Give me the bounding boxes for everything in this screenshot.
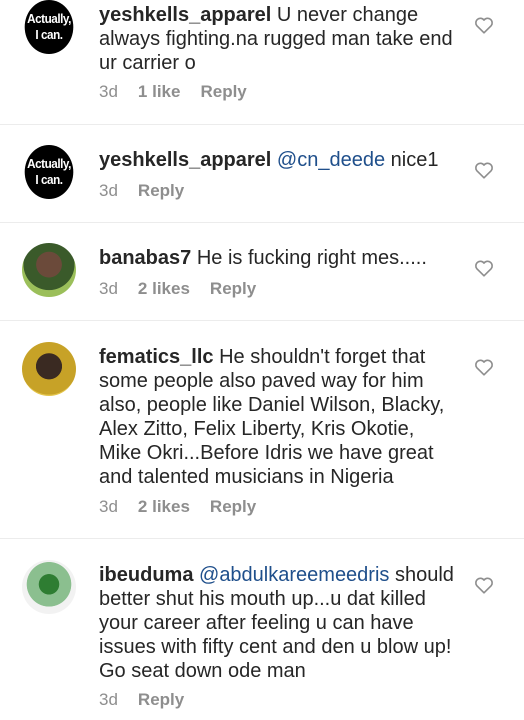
comment-body: banabas7 He is fucking right mes..... (99, 246, 459, 270)
avatar-text-line: Actually, (27, 156, 71, 171)
comment-time: 3d (99, 279, 118, 298)
comment-body: fematics_llc He shouldn't forget that so… (99, 345, 459, 489)
heart-outline-icon[interactable] (474, 576, 494, 594)
comment-meta: 3d Reply (99, 690, 184, 710)
comment-time: 3d (99, 690, 118, 709)
comment-username[interactable]: fematics_llc (99, 346, 214, 368)
divider (0, 320, 524, 321)
avatar-text-line: Actually, (27, 11, 71, 26)
comment-body: ibeuduma @abdulkareemeedris should bette… (99, 563, 459, 683)
reply-button[interactable]: Reply (210, 497, 256, 517)
reply-button[interactable]: Reply (138, 181, 184, 201)
avatar[interactable] (22, 560, 76, 614)
comment-username[interactable]: yeshkells_apparel (99, 149, 271, 171)
comment-time: 3d (99, 497, 118, 516)
avatar-text-line: I can. (35, 27, 63, 42)
comment-body: yeshkells_apparel U never change always … (99, 3, 459, 75)
comment-time: 3d (99, 82, 118, 101)
avatar[interactable] (22, 243, 76, 297)
divider (0, 538, 524, 539)
avatar-text-line: I can. (35, 172, 63, 187)
comment-username[interactable]: yeshkells_apparel (99, 4, 271, 26)
comment-meta: 3d 2 likes Reply (99, 497, 256, 517)
comment-mention[interactable]: @abdulkareemeedris (193, 564, 389, 586)
comment-text: nice1 (385, 149, 439, 171)
comment-likes-link[interactable]: 2 likes (138, 279, 190, 299)
reply-button[interactable]: Reply (210, 279, 256, 299)
heart-outline-icon[interactable] (474, 161, 494, 179)
comment-mention[interactable]: @cn_deede (271, 149, 385, 171)
reply-button[interactable]: Reply (200, 82, 246, 102)
heart-outline-icon[interactable] (474, 358, 494, 376)
avatar[interactable] (22, 342, 76, 396)
avatar[interactable]: Actually, I can. (24, 145, 74, 199)
comment-likes-link[interactable]: 2 likes (138, 497, 190, 517)
divider (0, 222, 524, 223)
comment-text: He is fucking right mes..... (191, 247, 427, 269)
reply-button[interactable]: Reply (138, 690, 184, 710)
comment-meta: 3d Reply (99, 181, 184, 201)
divider (0, 124, 524, 125)
comment-body: yeshkells_apparel @cn_deede nice1 (99, 148, 459, 172)
comment-username[interactable]: ibeuduma (99, 564, 193, 586)
avatar[interactable]: Actually, I can. (24, 0, 74, 54)
heart-outline-icon[interactable] (474, 259, 494, 277)
comment-username[interactable]: banabas7 (99, 247, 191, 269)
comment-likes-link[interactable]: 1 like (138, 82, 181, 102)
comment-meta: 3d 1 like Reply (99, 82, 247, 102)
comment-time: 3d (99, 181, 118, 200)
comment-meta: 3d 2 likes Reply (99, 279, 256, 299)
heart-outline-icon[interactable] (474, 16, 494, 34)
